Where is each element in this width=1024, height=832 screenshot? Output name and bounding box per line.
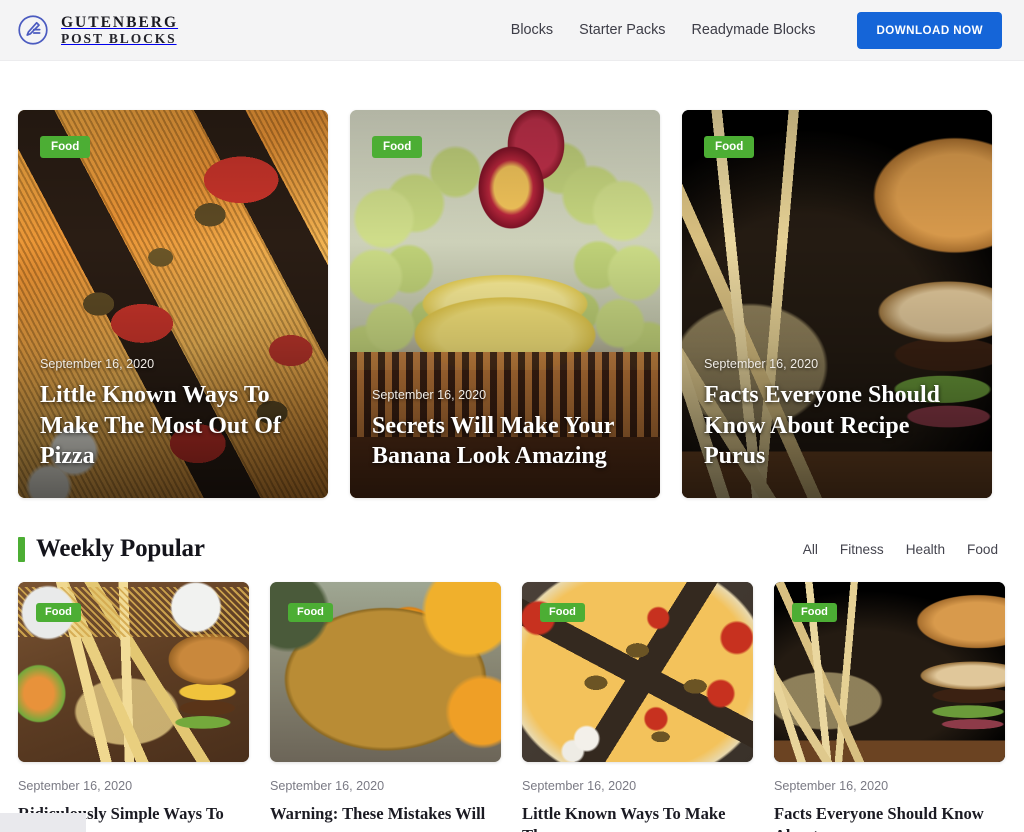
category-badge-food[interactable]: Food — [40, 136, 91, 158]
post-date: September 16, 2020 — [372, 387, 487, 402]
site-header: GUTENBERG POST BLOCKS Blocks Starter Pac… — [0, 0, 1024, 61]
grid-post-thumbnail-2[interactable]: Food — [270, 582, 501, 762]
section-accent-bar — [18, 536, 25, 562]
category-badge-food[interactable]: Food — [704, 136, 755, 158]
category-filter-tabs: All Fitness Health Food — [803, 542, 998, 557]
post-title[interactable]: Secrets Will Make Your Banana Look Amazi… — [372, 411, 642, 472]
category-badge-food[interactable]: Food — [540, 603, 585, 622]
featured-post-card-1[interactable]: Food September 16, 2020 Little Known Way… — [18, 110, 328, 498]
section-title: Weekly Popular — [36, 535, 205, 562]
grid-post-card-4[interactable]: Food September 16, 2020 Facts Everyone S… — [774, 582, 1005, 832]
post-title[interactable]: Facts Everyone Should Know About — [774, 803, 1005, 832]
main-navigation: Blocks Starter Packs Readymade Blocks DO… — [511, 11, 1002, 49]
brand-logo[interactable]: GUTENBERG POST BLOCKS — [14, 11, 178, 49]
filter-tab-fitness[interactable]: Fitness — [840, 542, 884, 557]
nav-item-blocks[interactable]: Blocks — [511, 22, 553, 38]
pen-circle-logo-icon — [14, 11, 52, 49]
nav-item-starter-packs[interactable]: Starter Packs — [579, 22, 665, 38]
post-date: September 16, 2020 — [522, 779, 637, 793]
grid-post-card-2[interactable]: Food September 16, 2020 Warning: These M… — [270, 582, 501, 832]
category-badge-food[interactable]: Food — [288, 603, 333, 622]
brand-name-primary: GUTENBERG — [61, 13, 179, 31]
grid-post-thumbnail-4[interactable]: Food — [774, 582, 1005, 762]
filter-tab-food[interactable]: Food — [967, 542, 998, 557]
weekly-popular-header: Weekly Popular All Fitness Health Food — [0, 498, 1024, 563]
post-date: September 16, 2020 — [704, 356, 819, 371]
post-date: September 16, 2020 — [774, 779, 889, 793]
category-badge-food[interactable]: Food — [372, 136, 423, 158]
post-title[interactable]: Warning: These Mistakes Will — [270, 803, 501, 825]
category-badge-food[interactable]: Food — [36, 603, 81, 622]
post-date: September 16, 2020 — [40, 356, 155, 371]
weekly-popular-grid: Food September 16, 2020 Ridiculously Sim… — [0, 563, 1024, 832]
featured-post-card-2[interactable]: Food September 16, 2020 Secrets Will Mak… — [350, 110, 660, 498]
filter-tab-all[interactable]: All — [803, 542, 818, 557]
featured-post-card-3[interactable]: Food September 16, 2020 Facts Everyone S… — [682, 110, 992, 498]
grid-post-thumbnail-1[interactable]: Food — [18, 582, 249, 762]
download-now-button[interactable]: DOWNLOAD NOW — [857, 11, 1002, 49]
category-badge-food[interactable]: Food — [792, 603, 837, 622]
post-title[interactable]: Little Known Ways To Make The — [522, 803, 753, 832]
post-date: September 16, 2020 — [18, 779, 133, 793]
brand-name-secondary: POST BLOCKS — [61, 31, 177, 47]
grid-post-thumbnail-3[interactable]: Food — [522, 582, 753, 762]
post-date: September 16, 2020 — [270, 779, 385, 793]
grid-post-card-1[interactable]: Food September 16, 2020 Ridiculously Sim… — [18, 582, 249, 832]
featured-posts-row: Food September 16, 2020 Little Known Way… — [0, 61, 1024, 498]
browser-status-strip — [0, 813, 86, 832]
post-title[interactable]: Facts Everyone Should Know About Recipe … — [704, 380, 974, 472]
nav-item-readymade-blocks[interactable]: Readymade Blocks — [692, 22, 816, 38]
grid-post-card-3[interactable]: Food September 16, 2020 Little Known Way… — [522, 582, 753, 832]
filter-tab-health[interactable]: Health — [906, 542, 945, 557]
post-title[interactable]: Little Known Ways To Make The Most Out O… — [40, 380, 310, 472]
